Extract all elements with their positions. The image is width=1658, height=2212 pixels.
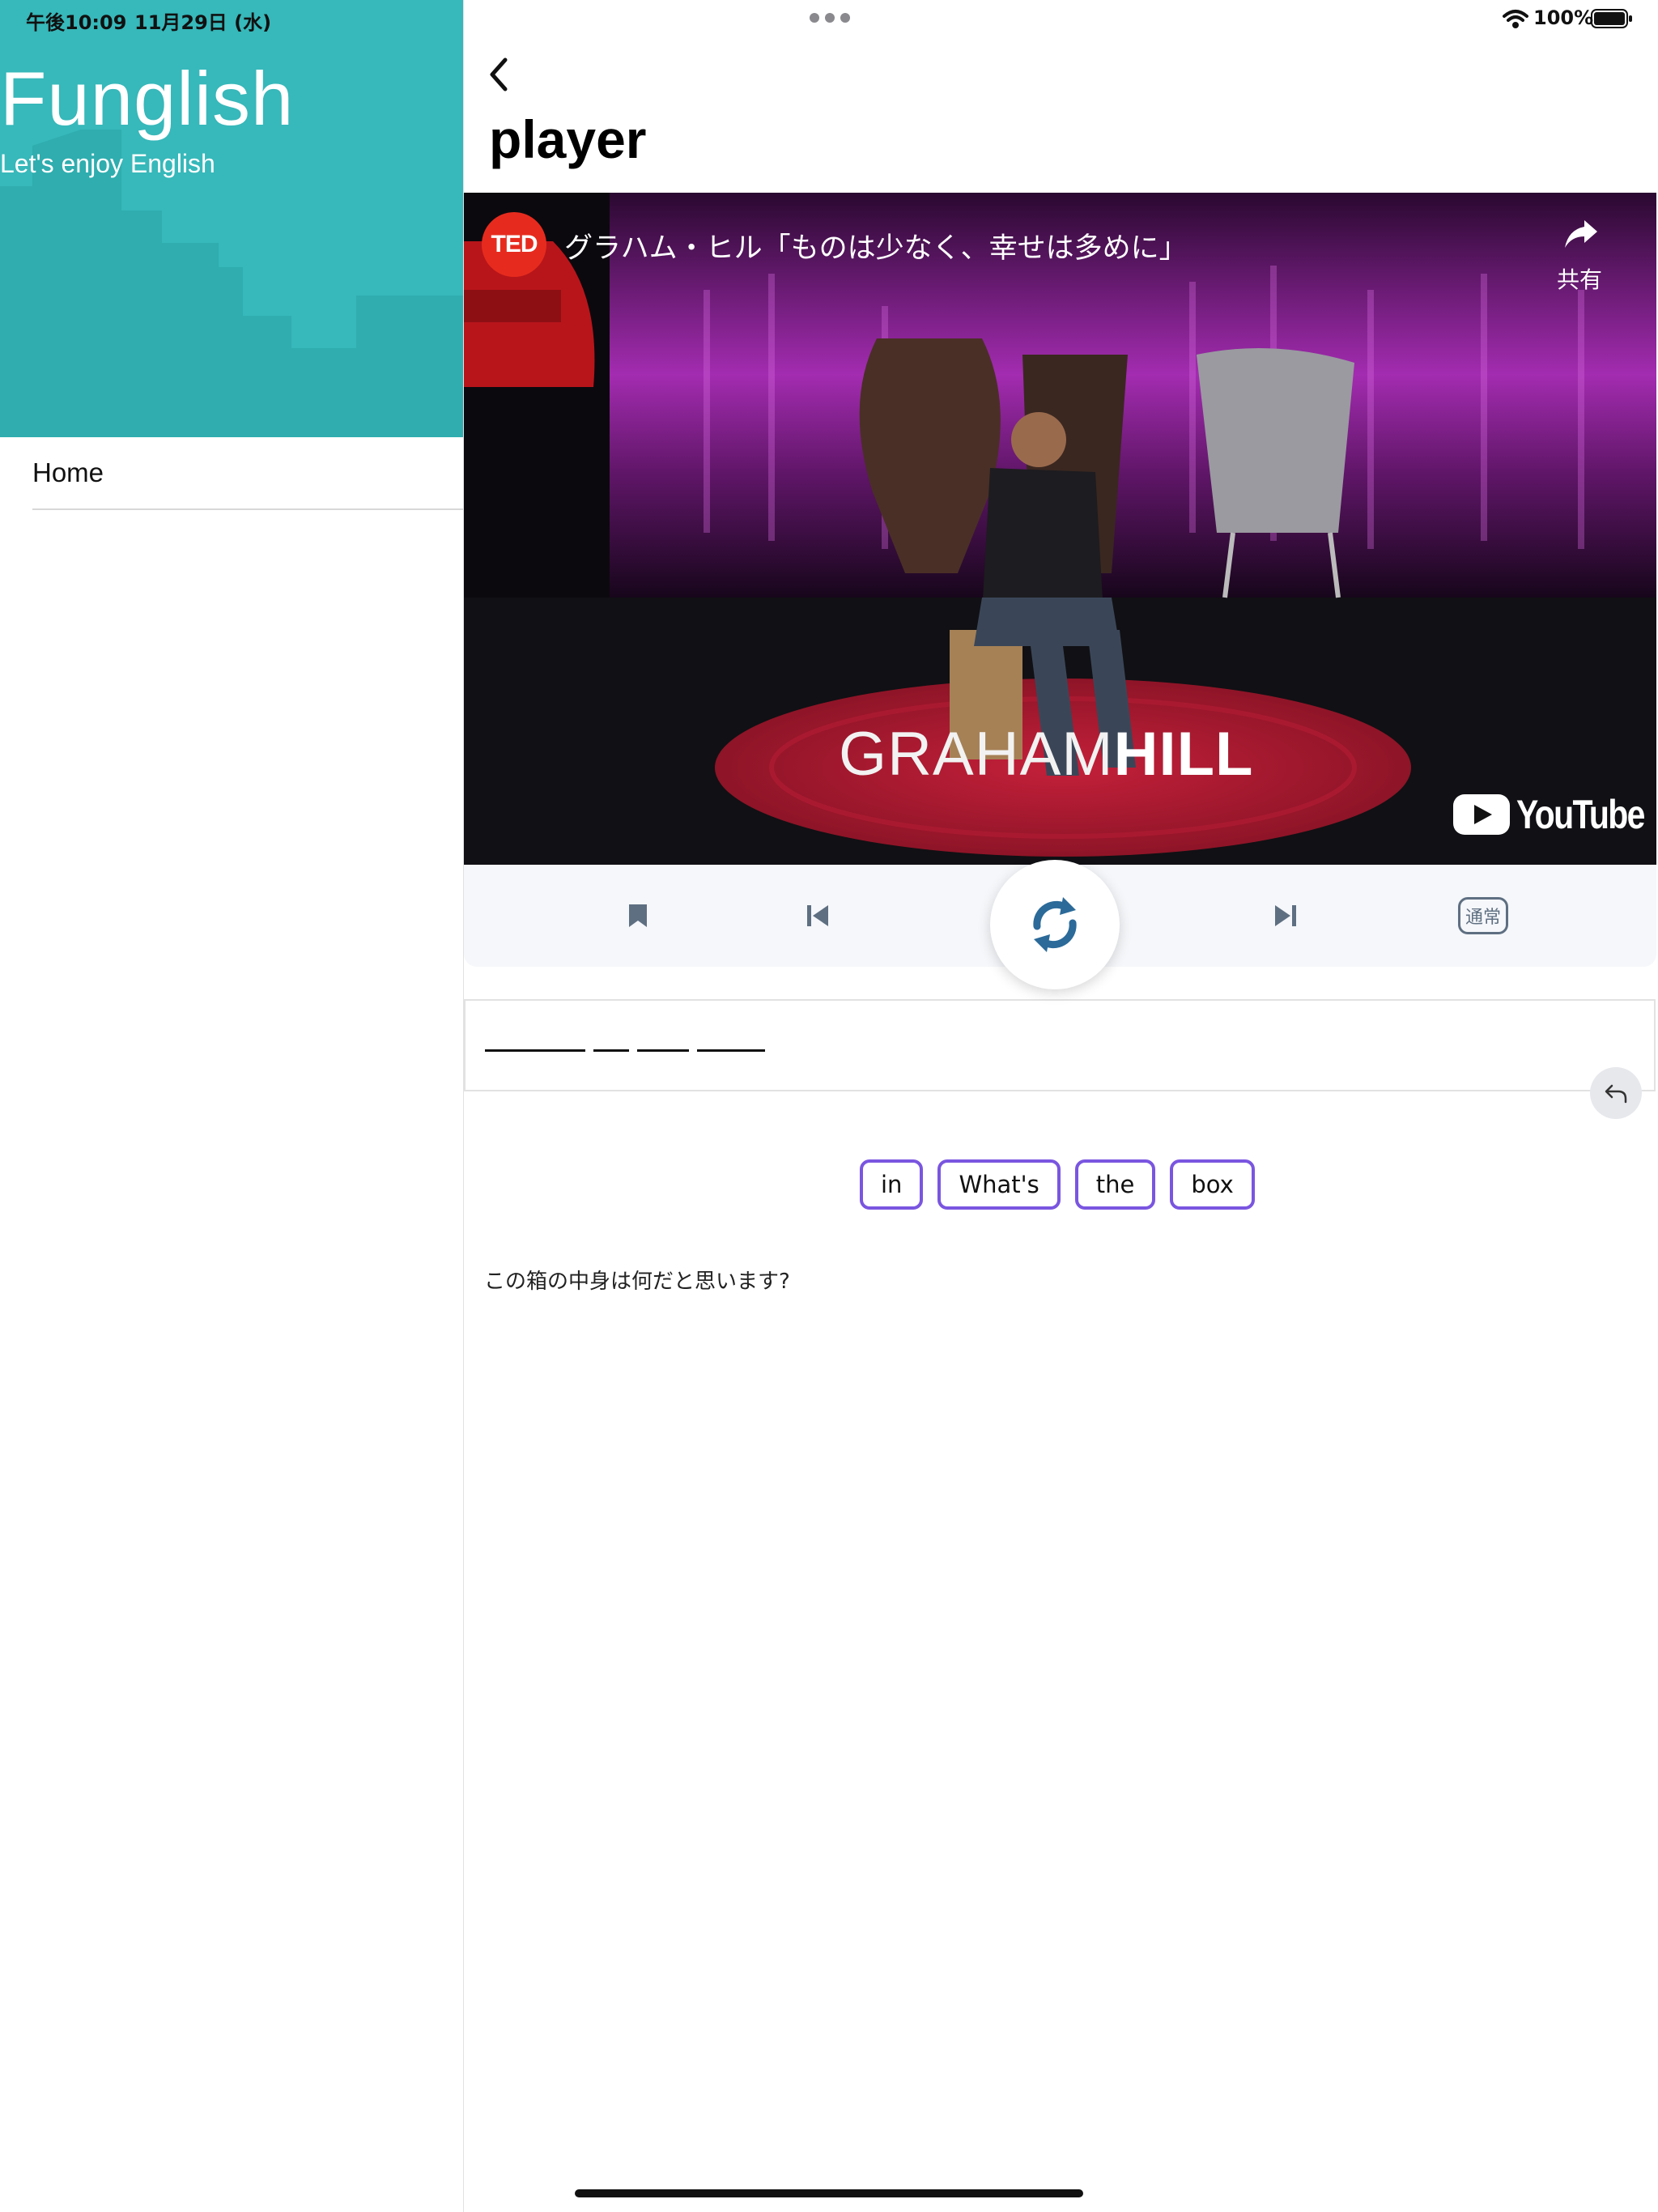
answer-blank xyxy=(593,1049,629,1052)
word-chip-whats[interactable]: What's xyxy=(937,1159,1061,1210)
sidebar: Funglish Let's enjoy English Home xyxy=(0,0,463,2212)
repeat-button[interactable] xyxy=(990,860,1120,989)
multitasking-menu-icon[interactable] xyxy=(810,13,850,24)
status-bar: 午後10:09 11月29日 (水) 100% xyxy=(0,0,1658,39)
bookmark-button[interactable] xyxy=(618,895,658,936)
speaker-name: GRAHAMHILL xyxy=(839,719,1253,789)
answer-blank xyxy=(485,1049,585,1052)
previous-sentence-button[interactable] xyxy=(797,895,838,936)
sidebar-item-home[interactable]: Home xyxy=(32,437,463,510)
share-icon[interactable] xyxy=(1562,217,1601,253)
share-label[interactable]: 共有 xyxy=(1557,262,1602,295)
battery-percentage: 100% xyxy=(1533,6,1594,29)
undo-icon xyxy=(1605,1084,1627,1104)
bookmark-icon xyxy=(629,904,647,927)
ted-channel-icon[interactable]: TED xyxy=(482,212,546,277)
undo-button[interactable] xyxy=(1590,1067,1642,1119)
answer-blank xyxy=(697,1049,765,1052)
word-chip-in[interactable]: in xyxy=(860,1159,924,1210)
skip-previous-icon xyxy=(807,905,828,926)
word-chip-the[interactable]: the xyxy=(1074,1159,1156,1210)
word-chip-box[interactable]: box xyxy=(1170,1159,1255,1210)
battery-icon xyxy=(1591,9,1632,28)
status-date: 11月29日 (水) xyxy=(134,11,272,34)
brand-title: Funglish xyxy=(0,56,295,141)
word-choices: in What's the box xyxy=(860,1159,1255,1210)
video-title[interactable]: グラハム・ヒル「ものは少なく、幸せは多めに」 xyxy=(564,225,1188,266)
youtube-wordmark: YouTube xyxy=(1516,792,1645,837)
status-time: 午後10:09 xyxy=(26,11,127,34)
brand-subtitle: Let's enjoy English xyxy=(0,149,215,178)
repeat-icon xyxy=(1033,897,1077,952)
speaker-first-name: GRAHAM xyxy=(839,720,1114,789)
skip-next-icon xyxy=(1275,905,1296,926)
sidebar-header: Funglish Let's enjoy English xyxy=(0,0,463,437)
answer-box[interactable] xyxy=(464,999,1656,1091)
answer-blank xyxy=(637,1049,689,1052)
next-sentence-button[interactable] xyxy=(1265,895,1306,936)
wifi-icon xyxy=(1503,10,1528,28)
back-button[interactable] xyxy=(483,52,515,97)
translation-text: この箱の中身は何だと思います? xyxy=(484,1270,790,1294)
page-title: player xyxy=(489,109,647,169)
speaker-last-name: HILL xyxy=(1113,720,1254,789)
home-indicator[interactable] xyxy=(575,2189,1083,2197)
playback-controls: 通常 xyxy=(464,860,1656,989)
video-player[interactable]: TED グラハム・ヒル「ものは少なく、幸せは多めに」 共有 GRAHAMHILL… xyxy=(464,193,1656,865)
youtube-play-icon xyxy=(1453,794,1510,835)
youtube-logo[interactable]: YouTube xyxy=(1453,792,1656,837)
answer-blanks xyxy=(485,1049,765,1052)
playback-speed-button[interactable]: 通常 xyxy=(1458,897,1508,934)
